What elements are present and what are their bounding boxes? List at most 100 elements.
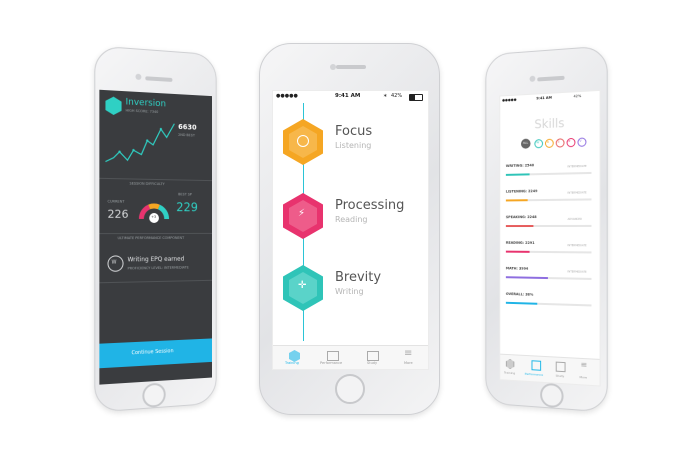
current-label: CURRENT (107, 199, 125, 204)
filter-all-label: ALL (522, 140, 529, 145)
score-value: 6630 (178, 122, 197, 132)
difficulty-section-label: SESSION DIFFICULTY (129, 181, 165, 187)
status-time: 9:41 AM (536, 95, 552, 101)
chart-tab-icon (327, 351, 339, 361)
skill-row[interactable]: LISTENING: 2249 INTERMEDIATE (505, 189, 596, 210)
current-value: 226 (107, 207, 129, 221)
skill-processing[interactable]: ⚡ Processing Reading (273, 191, 428, 241)
crosshair-glyph: ✛ (298, 280, 307, 291)
skill-row-level: INTERMEDIATE (567, 191, 587, 195)
tab-label: Training (285, 361, 299, 365)
skill-subtitle: Listening (335, 141, 372, 150)
home-button[interactable] (335, 374, 365, 404)
skill-progress-fill (505, 276, 548, 280)
skill-row-label: OVERALL: 38% (505, 291, 534, 297)
continue-session-button[interactable]: Continue Session (99, 338, 212, 369)
skill-progress-fill (505, 199, 528, 202)
tab-label: More (404, 361, 413, 365)
tab-more[interactable]: ≡ More (393, 349, 423, 367)
home-button[interactable] (142, 382, 166, 409)
target-ring (297, 135, 309, 147)
battery-percent: 42% (573, 93, 582, 99)
home-button[interactable] (540, 382, 564, 409)
tab-training[interactable]: Training (504, 371, 515, 376)
skill-row-label: SPEAKING: 2248 (505, 215, 537, 220)
tab-performance[interactable]: Performance (525, 372, 543, 377)
tab-performance[interactable]: Performance (317, 349, 347, 367)
hex-tab-icon (506, 359, 514, 369)
skill-brevity[interactable]: ✛ Brevity Writing (273, 263, 428, 313)
skill-progress-track (505, 224, 592, 228)
skill-row-label: LISTENING: 2249 (505, 189, 538, 194)
skill-subtitle: Writing (335, 287, 364, 296)
score-line-chart (103, 117, 178, 170)
training-screen: ●●●●● 9:41 AM ∗ 42% Focus Listening ⚡ Pr… (272, 90, 429, 370)
phone-right: ●●●●● 9:41 AM 42% Skills ALL W R S P V W… (485, 45, 608, 413)
menu-tab-icon: ≡ (404, 348, 413, 359)
skill-progress-track (505, 171, 592, 176)
best-label: BEST SP (178, 192, 192, 197)
badge-letter: W (111, 259, 117, 266)
battery-icon (409, 94, 423, 101)
gauge-value: +3 (151, 214, 157, 219)
tab-bar: Training Performance Study ≡ More (273, 345, 428, 369)
skill-progress-fill (505, 173, 530, 176)
skill-row-label: READING: 2291 (505, 240, 535, 245)
skill-progress-track (505, 301, 592, 307)
skill-name: Brevity (335, 270, 382, 285)
skill-row-level: INTERMEDIATE (567, 270, 587, 274)
skill-row-level: ADVANCED (567, 217, 582, 221)
tab-more[interactable]: More (579, 375, 586, 380)
status-time: 9:41 AM (335, 93, 361, 99)
filter-writing-label: W (536, 140, 540, 145)
skill-row-level: INTERMEDIATE (567, 244, 587, 248)
front-camera (135, 73, 142, 81)
skill-row-label: WRITING: 2540 (505, 163, 535, 169)
score-label: 2ND BEST (178, 132, 195, 138)
earpiece (336, 65, 366, 69)
skill-name: Focus (335, 124, 373, 139)
skill-row[interactable]: WRITING: 2540 INTERMEDIATE (505, 163, 596, 185)
battery-percent: 42% (391, 93, 403, 99)
tab-bar: Training Performance Study More ≡ (500, 353, 600, 387)
chart-tab-icon (531, 360, 542, 371)
tab-label: Performance (320, 361, 343, 365)
session-screen: Inversion HIGH SCORE: 7340 6630 2ND BEST… (99, 89, 212, 385)
skill-progress-fill (505, 225, 534, 228)
earpiece (145, 76, 173, 82)
signal-icon: ●●●●● (502, 97, 517, 103)
bolt-glyph: ⚡ (298, 208, 306, 219)
skill-row[interactable]: SPEAKING: 2248 ADVANCED (505, 215, 596, 236)
bluetooth-icon: ∗ (383, 93, 388, 99)
skill-row[interactable]: MATH: 3994 INTERMEDIATE (505, 266, 596, 289)
achievements-section-label: ULTIMATE PERFORMANCE COMPONENT (117, 235, 185, 241)
filter-processing-label: P (568, 139, 571, 144)
menu-tab-icon: ≡ (580, 359, 588, 370)
tab-study[interactable]: Study (556, 374, 565, 379)
filter-reading-label: R (546, 139, 549, 144)
page-title: Skills (534, 116, 565, 132)
tab-label: Study (367, 361, 378, 365)
skills-screen: ●●●●● 9:41 AM 42% Skills ALL W R S P V W… (499, 89, 601, 387)
best-value: 229 (176, 200, 198, 215)
book-tab-icon (555, 361, 566, 373)
front-camera (529, 75, 536, 82)
tab-training[interactable]: Training (279, 349, 309, 367)
phone-left: Inversion HIGH SCORE: 7340 6630 2ND BEST… (94, 45, 217, 413)
tab-study[interactable]: Study (357, 349, 387, 367)
achievement-title: Writing EPQ earned (127, 255, 185, 264)
skill-progress-fill (505, 250, 530, 253)
skill-row[interactable]: OVERALL: 38% (505, 291, 596, 316)
skill-focus[interactable]: Focus Listening (273, 117, 428, 167)
filter-vocabulary-label: V (579, 138, 582, 143)
divider (99, 232, 212, 235)
skill-progress-track (505, 198, 592, 202)
skill-progress-track (505, 250, 592, 254)
skill-progress-track (505, 276, 592, 280)
skill-row-level: INTERMEDIATE (567, 164, 587, 169)
skill-name: Processing (335, 198, 405, 213)
phone-center: ●●●●● 9:41 AM ∗ 42% Focus Listening ⚡ Pr… (259, 43, 440, 415)
divider (99, 279, 212, 284)
skill-row[interactable]: READING: 2291 INTERMEDIATE (505, 240, 596, 263)
signal-icon: ●●●●● (276, 93, 298, 99)
